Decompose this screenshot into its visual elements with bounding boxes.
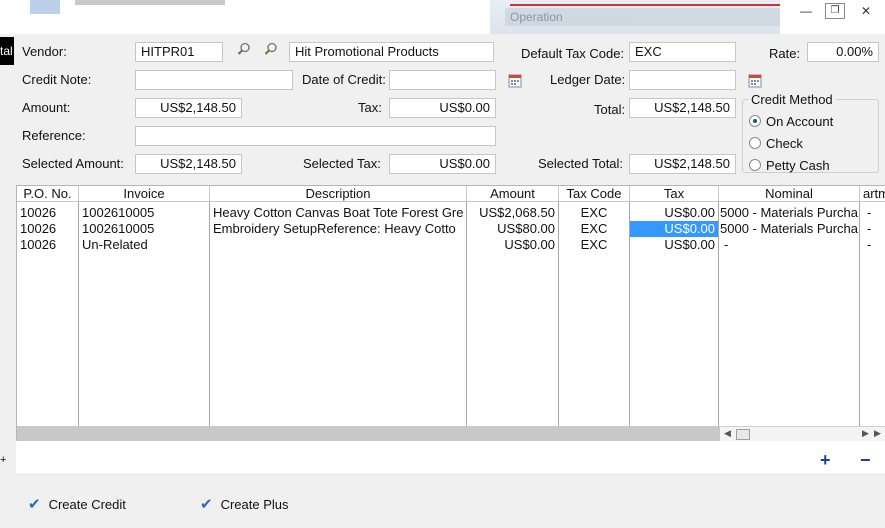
amount-label: Amount: bbox=[22, 100, 71, 115]
cell-nominal[interactable]: - bbox=[719, 237, 859, 253]
col-header-nominal[interactable]: Nominal bbox=[719, 186, 860, 202]
selected-amount-field[interactable]: US$2,148.50 bbox=[135, 154, 242, 174]
close-button[interactable]: ✕ bbox=[855, 2, 877, 20]
side-tab[interactable]: tal bbox=[0, 37, 14, 65]
cell-department[interactable]: - bbox=[864, 237, 884, 253]
cell-nominal[interactable]: 5000 - Materials Purcha bbox=[719, 221, 859, 237]
credit-note-label: Credit Note: bbox=[22, 72, 92, 87]
tax-field[interactable]: US$0.00 bbox=[389, 98, 496, 118]
add-row-button[interactable]: + bbox=[820, 451, 831, 469]
remove-row-button[interactable]: − bbox=[860, 451, 871, 469]
background-accent-line bbox=[510, 4, 780, 6]
minimize-button[interactable]: — bbox=[795, 2, 817, 20]
scroll-right-icon[interactable]: ▶ bbox=[862, 428, 869, 439]
cell-po[interactable]: 10026 bbox=[17, 221, 78, 237]
cell-tax-code[interactable]: EXC bbox=[559, 221, 629, 237]
col-header-tax[interactable]: Tax bbox=[630, 186, 719, 202]
lines-grid[interactable]: P.O. No. Invoice Description Amount Tax … bbox=[16, 185, 885, 442]
scroll-left-icon[interactable]: ◀ bbox=[724, 428, 731, 439]
background-window-strip: Operation bbox=[0, 0, 885, 34]
check-icon: ✔ bbox=[28, 496, 41, 513]
reference-label: Reference: bbox=[22, 128, 86, 143]
cell-department[interactable]: - bbox=[864, 221, 884, 237]
credit-method-title: Credit Method bbox=[748, 92, 836, 108]
selected-tax-field[interactable]: US$0.00 bbox=[389, 154, 496, 174]
col-header-invoice[interactable]: Invoice bbox=[79, 186, 210, 202]
cell-invoice[interactable]: Un-Related bbox=[79, 237, 209, 253]
selected-tax-label: Selected Tax: bbox=[303, 156, 381, 171]
cell-tax-code[interactable]: EXC bbox=[559, 205, 629, 221]
radio-on-account[interactable] bbox=[749, 115, 761, 127]
radio-petty-cash[interactable] bbox=[749, 159, 761, 171]
move-cursor-icon: + bbox=[0, 454, 7, 466]
radio-check-label[interactable]: Check bbox=[766, 136, 803, 152]
radio-petty-cash-label[interactable]: Petty Cash bbox=[766, 158, 830, 174]
tax-label: Tax: bbox=[358, 100, 382, 115]
background-title: Operation bbox=[510, 10, 563, 24]
calendar-icon[interactable] bbox=[508, 74, 522, 88]
cell-amount[interactable]: US$80.00 bbox=[467, 221, 558, 237]
cell-description[interactable]: Heavy Cotton Canvas Boat Tote Forest Gre bbox=[210, 205, 466, 221]
create-credit-button[interactable]: ✔ Create Credit bbox=[28, 496, 126, 514]
create-plus-label: Create Plus bbox=[220, 497, 289, 512]
restore-button[interactable]: ❐ bbox=[825, 3, 845, 19]
cell-tax-code[interactable]: EXC bbox=[559, 237, 629, 253]
cell-po[interactable]: 10026 bbox=[17, 237, 78, 253]
cell-po[interactable]: 10026 bbox=[17, 205, 78, 221]
selected-total-field[interactable]: US$2,148.50 bbox=[629, 154, 736, 174]
col-header-description[interactable]: Description bbox=[210, 186, 467, 202]
radio-check[interactable] bbox=[749, 137, 761, 149]
selected-total-label: Selected Total: bbox=[538, 156, 624, 171]
vendor-label: Vendor: bbox=[22, 44, 67, 59]
col-header-amount[interactable]: Amount bbox=[467, 186, 559, 202]
background-app-icon bbox=[30, 0, 60, 14]
cell-tax-selected[interactable]: US$0.00 bbox=[630, 221, 718, 237]
scroll-end-icon[interactable]: ▶ bbox=[874, 428, 881, 439]
cell-amount[interactable]: US$2,068.50 bbox=[467, 205, 558, 221]
col-header-tax-code[interactable]: Tax Code bbox=[559, 186, 630, 202]
vendor-name-field[interactable]: Hit Promotional Products bbox=[289, 42, 494, 62]
vendor-search-icon[interactable] bbox=[264, 42, 278, 56]
credit-note-field[interactable] bbox=[135, 70, 293, 90]
rate-field[interactable]: 0.00% bbox=[807, 42, 879, 62]
ledger-calendar-icon[interactable] bbox=[748, 74, 762, 88]
cell-invoice[interactable]: 1002610005 bbox=[79, 221, 209, 237]
create-plus-button[interactable]: ✔ Create Plus bbox=[200, 496, 289, 514]
reference-field[interactable] bbox=[135, 126, 496, 146]
column-divider bbox=[859, 202, 860, 426]
cell-department[interactable]: - bbox=[864, 205, 884, 221]
date-of-credit-field[interactable] bbox=[389, 70, 496, 90]
col-header-po[interactable]: P.O. No. bbox=[17, 186, 79, 202]
ledger-date-label: Ledger Date: bbox=[550, 72, 626, 87]
date-of-credit-label: Date of Credit: bbox=[302, 72, 386, 87]
radio-on-account-label[interactable]: On Account bbox=[766, 114, 833, 130]
total-label: Total: bbox=[594, 102, 626, 117]
amount-field[interactable]: US$2,148.50 bbox=[135, 98, 242, 118]
selected-amount-label: Selected Amount: bbox=[22, 156, 124, 171]
rate-label: Rate: bbox=[769, 46, 801, 61]
vendor-lookup-icon[interactable] bbox=[237, 42, 251, 56]
cell-invoice[interactable]: 1002610005 bbox=[79, 205, 209, 221]
cell-tax[interactable]: US$0.00 bbox=[630, 237, 718, 253]
scroll-thumb[interactable] bbox=[736, 429, 750, 440]
default-tax-field[interactable]: EXC bbox=[629, 42, 736, 62]
default-tax-label: Default Tax Code: bbox=[521, 46, 625, 61]
total-field[interactable]: US$2,148.50 bbox=[629, 98, 736, 118]
window-controls: — ❐ ✕ bbox=[785, 2, 885, 22]
cell-nominal[interactable]: 5000 - Materials Purcha bbox=[719, 205, 859, 221]
ledger-date-field[interactable] bbox=[629, 70, 736, 90]
grid-toolbar bbox=[16, 441, 885, 473]
create-credit-label: Create Credit bbox=[48, 497, 126, 512]
col-header-department[interactable]: artm bbox=[860, 186, 885, 202]
horizontal-scrollbar[interactable]: ◀ ▶ ▶ bbox=[720, 426, 885, 442]
grid-footer-bar bbox=[17, 426, 720, 442]
check-icon: ✔ bbox=[200, 496, 213, 513]
cell-description[interactable]: Embroidery SetupReference: Heavy Cotto bbox=[210, 221, 466, 237]
cell-description[interactable] bbox=[210, 237, 466, 253]
background-text bbox=[75, 0, 225, 5]
vendor-code-field[interactable]: HITPR01 bbox=[135, 42, 223, 62]
cell-tax[interactable]: US$0.00 bbox=[630, 205, 718, 221]
cell-amount[interactable]: US$0.00 bbox=[467, 237, 558, 253]
background-title-bar: Operation bbox=[505, 8, 780, 26]
